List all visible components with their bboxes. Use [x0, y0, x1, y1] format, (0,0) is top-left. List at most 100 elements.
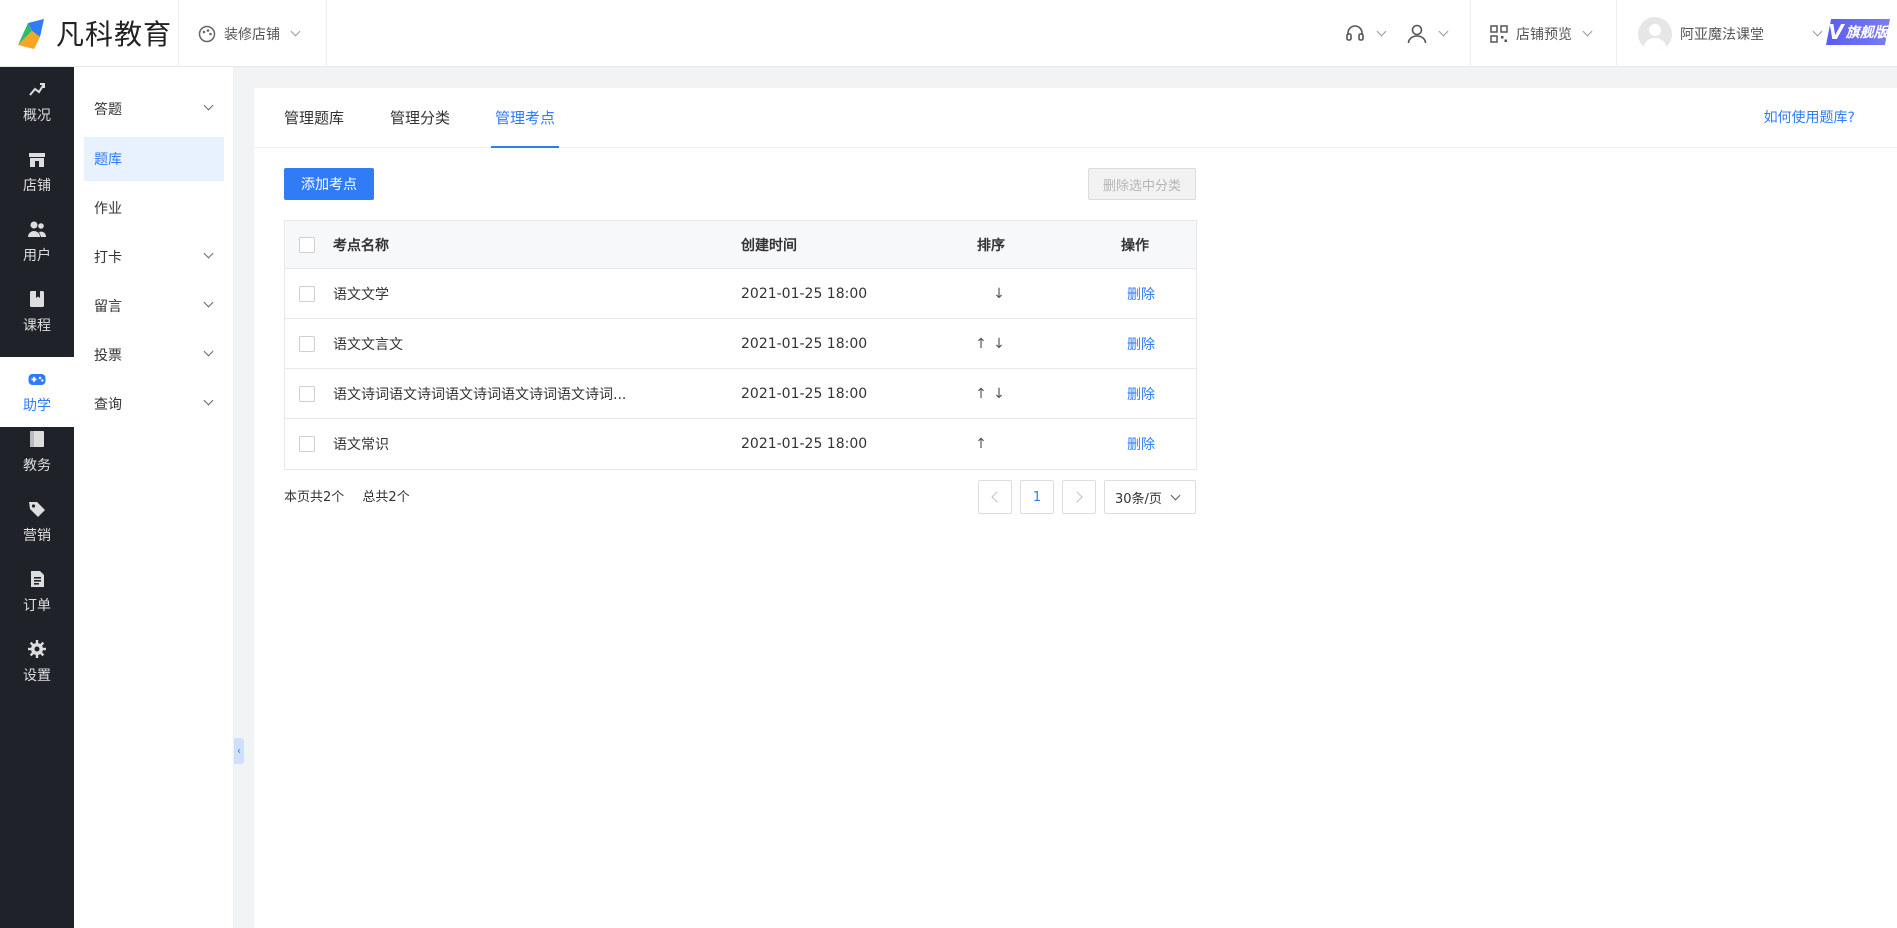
- select-all-checkbox[interactable]: [299, 236, 315, 253]
- chevron-down-icon: [203, 100, 214, 111]
- chevron-down-icon: [203, 248, 214, 259]
- created-time: 2021-01-25 18:00: [741, 335, 868, 352]
- delete-selected-button[interactable]: 删除选中分类: [1088, 168, 1196, 200]
- username: 阿亚魔法课堂: [1680, 26, 1764, 43]
- next-page-button[interactable]: [1062, 480, 1096, 514]
- chart-icon: [29, 83, 45, 96]
- chevron-down-icon: [1170, 490, 1181, 500]
- submenu-item-quiz[interactable]: 答题: [84, 87, 224, 131]
- move-down-icon[interactable]: ↓: [993, 386, 1005, 402]
- page-number[interactable]: 1: [1020, 480, 1054, 514]
- chevron-down-icon: [203, 346, 214, 357]
- points-table: 考点名称 创建时间 排序 操作 语文文学 2021-01-25 18:00 ↓ 删除语…: [284, 220, 1197, 470]
- column-header-created: 创建时间: [741, 237, 797, 254]
- edition-badge: V 旗舰版: [1826, 19, 1890, 45]
- secondary-sidebar: 答题 题库 作业 打卡 留言 投票 查询: [74, 67, 234, 928]
- table-row: 语文常识 2021-01-25 18:00 ↑ 删除: [285, 419, 1196, 469]
- sidebar-item-courses[interactable]: 课程: [0, 277, 74, 347]
- sidebar-item-marketing[interactable]: 营销: [0, 487, 74, 557]
- chevron-down-icon: [203, 395, 214, 406]
- tab-manage-bank[interactable]: 管理题库: [284, 88, 344, 148]
- total-count-text: 总共2个: [362, 490, 410, 505]
- chevron-down-icon: [1438, 26, 1449, 37]
- delete-link[interactable]: 删除: [1127, 369, 1155, 418]
- tab-bar: 管理题库 管理分类 管理考点 如何使用题库?: [254, 88, 1897, 148]
- chevron-right-icon: [1071, 491, 1083, 503]
- header-divider: [1470, 0, 1471, 67]
- page-count-text: 本页共2个: [284, 490, 345, 505]
- created-time: 2021-01-25 18:00: [741, 436, 868, 452]
- submenu-item-label: 投票: [94, 348, 122, 364]
- move-down-icon[interactable]: ↓: [993, 336, 1005, 352]
- row-checkbox[interactable]: [299, 285, 315, 302]
- chevron-down-icon: [1582, 26, 1593, 37]
- created-time: 2021-01-25 18:00: [741, 385, 868, 402]
- page-size-value: 30条/页: [1115, 491, 1162, 507]
- support-menu[interactable]: [1344, 0, 1387, 67]
- sort-controls: ↑ ↓: [965, 319, 1015, 368]
- header-divider: [1616, 0, 1617, 67]
- help-link[interactable]: 如何使用题库?: [1764, 88, 1855, 148]
- sidebar-item-overview[interactable]: 概况: [0, 67, 74, 137]
- sort-controls: ↑: [965, 419, 1015, 469]
- delete-link[interactable]: 删除: [1127, 269, 1155, 318]
- chevron-down-icon: [1812, 26, 1823, 37]
- move-up-icon[interactable]: ↑: [975, 386, 987, 402]
- collapse-sidebar-handle[interactable]: ‹: [234, 738, 244, 764]
- submenu-item-label: 作业: [94, 201, 122, 217]
- sidebar-item-label: 助学: [23, 398, 51, 414]
- table-row: 语文文言文 2021-01-25 18:00 ↑ ↓ 删除: [285, 319, 1196, 369]
- chevron-down-icon: [1376, 26, 1387, 37]
- logo[interactable]: 凡科教育: [14, 14, 172, 52]
- sidebar-item-label: 用户: [23, 248, 51, 264]
- account-menu[interactable]: [1406, 0, 1449, 67]
- submenu-item-voting[interactable]: 投票: [84, 333, 224, 377]
- submenu-item-label: 答题: [94, 102, 122, 118]
- decorate-store-menu[interactable]: 装修店铺: [196, 0, 301, 67]
- add-point-button[interactable]: 添加考点: [284, 168, 374, 200]
- store-preview-label: 店铺预览: [1516, 26, 1572, 43]
- move-up-icon[interactable]: ↑: [975, 436, 987, 452]
- sidebar-item-store[interactable]: 店铺: [0, 137, 74, 207]
- move-up-icon[interactable]: ↑: [975, 336, 987, 352]
- tab-manage-points[interactable]: 管理考点: [490, 88, 560, 148]
- sidebar-item-label: 订单: [23, 598, 51, 614]
- tag-icon: [29, 502, 45, 517]
- sidebar-item-label: 教务: [23, 458, 51, 474]
- row-checkbox[interactable]: [299, 385, 315, 402]
- main-panel: 管理题库 管理分类 管理考点 如何使用题库? 添加考点 删除选中分类 考点名称 …: [254, 88, 1897, 928]
- page-size-select[interactable]: 30条/页: [1104, 480, 1196, 514]
- sidebar-item-orders[interactable]: 订单: [0, 557, 74, 627]
- submenu-item-question-bank[interactable]: 题库: [84, 137, 224, 181]
- column-header-ops: 操作: [1121, 237, 1149, 254]
- tab-manage-category[interactable]: 管理分类: [390, 88, 450, 148]
- users-icon: [28, 221, 47, 237]
- user-menu[interactable]: 阿亚魔法课堂: [1638, 0, 1823, 67]
- sort-controls: ↑ ↓: [965, 369, 1015, 418]
- row-checkbox[interactable]: [299, 335, 315, 352]
- submenu-item-messages[interactable]: 留言: [84, 284, 224, 328]
- sidebar-item-users[interactable]: 用户: [0, 207, 74, 277]
- headset-icon: [1346, 24, 1364, 41]
- move-down-icon[interactable]: ↓: [993, 286, 1005, 302]
- submenu-item-query[interactable]: 查询: [84, 382, 224, 426]
- submenu-item-label: 题库: [94, 152, 122, 168]
- store-icon: [29, 153, 45, 167]
- sidebar-item-settings[interactable]: 设置: [0, 627, 74, 697]
- submenu-item-checkin[interactable]: 打卡: [84, 235, 224, 279]
- store-preview-menu[interactable]: 店铺预览: [1490, 0, 1593, 67]
- delete-link[interactable]: 删除: [1127, 319, 1155, 368]
- column-header-name: 考点名称: [333, 237, 389, 254]
- header-divider: [178, 0, 179, 67]
- sidebar-item-academic[interactable]: 教务: [0, 417, 74, 487]
- submenu-item-label: 查询: [94, 397, 122, 413]
- sidebar-item-label: 课程: [23, 318, 51, 334]
- prev-page-button[interactable]: [978, 480, 1012, 514]
- delete-link[interactable]: 删除: [1127, 419, 1155, 469]
- table-row: 语文文学 2021-01-25 18:00 ↓ 删除: [285, 269, 1196, 319]
- chevron-left-icon: ‹: [237, 745, 241, 757]
- submenu-item-homework[interactable]: 作业: [84, 186, 224, 230]
- row-checkbox[interactable]: [299, 436, 315, 452]
- submenu-item-label: 留言: [94, 299, 122, 315]
- chevron-left-icon: [991, 491, 1003, 503]
